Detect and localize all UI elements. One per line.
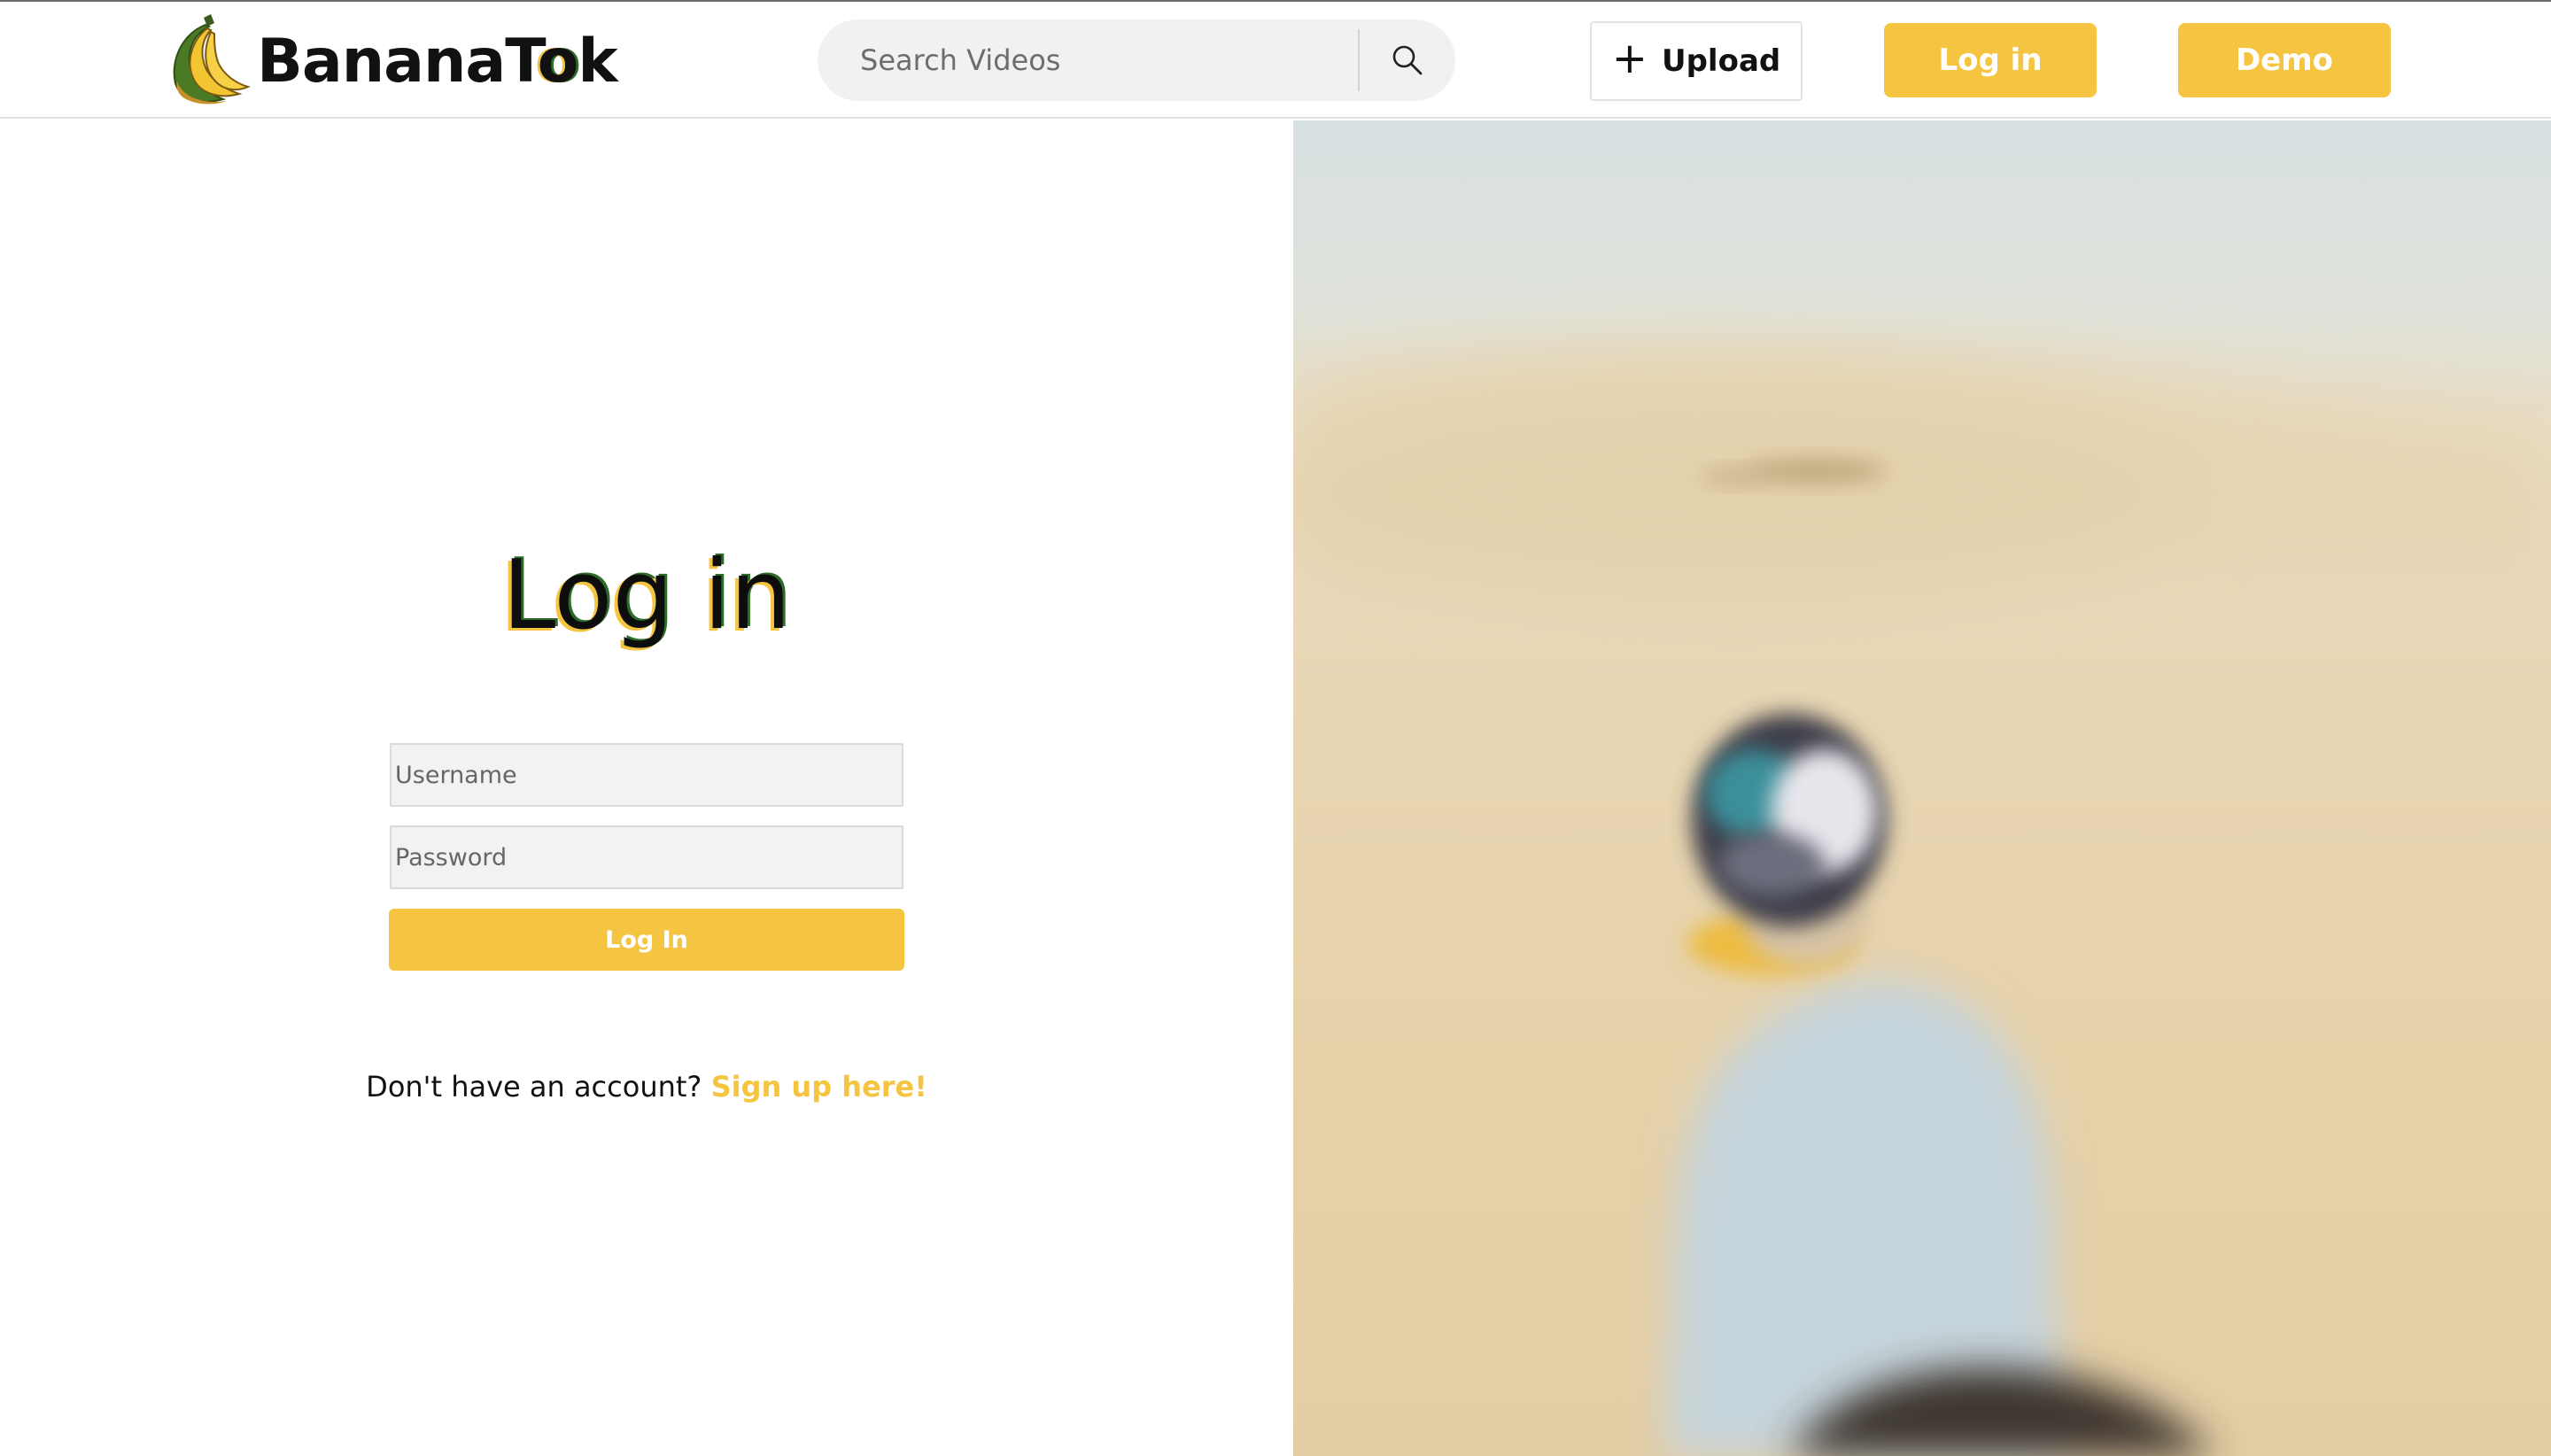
login-panel: Log in Log In Don't have an account? Sig…	[0, 120, 1293, 1456]
banana-bunch-icon	[165, 12, 252, 111]
signup-prompt-text: Don't have an account?	[366, 1070, 702, 1104]
search-input[interactable]	[818, 19, 1358, 101]
brand-name: BananaTok	[257, 26, 618, 97]
magnifier-icon	[1392, 45, 1423, 75]
search-bar	[818, 19, 1455, 101]
login-submit-label: Log In	[605, 925, 688, 954]
blurred-desert-camel-rider-photo	[1293, 349, 2551, 1456]
header-login-button[interactable]: Log in	[1884, 23, 2097, 97]
demo-button[interactable]: Demo	[2178, 23, 2391, 97]
search-button[interactable]	[1360, 19, 1455, 101]
signup-prompt: Don't have an account? Sign up here!	[0, 1070, 1293, 1104]
signup-link[interactable]: Sign up here!	[711, 1070, 927, 1104]
plus-icon: +	[1611, 34, 1648, 83]
login-submit-button[interactable]: Log In	[389, 909, 904, 971]
upload-button[interactable]: + Upload	[1590, 21, 1803, 101]
demo-label: Demo	[2235, 43, 2334, 78]
username-field[interactable]	[390, 743, 903, 807]
hero-photo	[1293, 120, 2551, 1456]
top-nav-bar: BananaTok + Upload Log in Demo	[0, 2, 2551, 119]
header-login-label: Log in	[1938, 43, 2043, 78]
brand-logo[interactable]: BananaTok	[165, 12, 618, 111]
upload-label: Upload	[1661, 43, 1781, 79]
password-field[interactable]	[390, 825, 903, 889]
login-title: Log in	[502, 540, 791, 651]
